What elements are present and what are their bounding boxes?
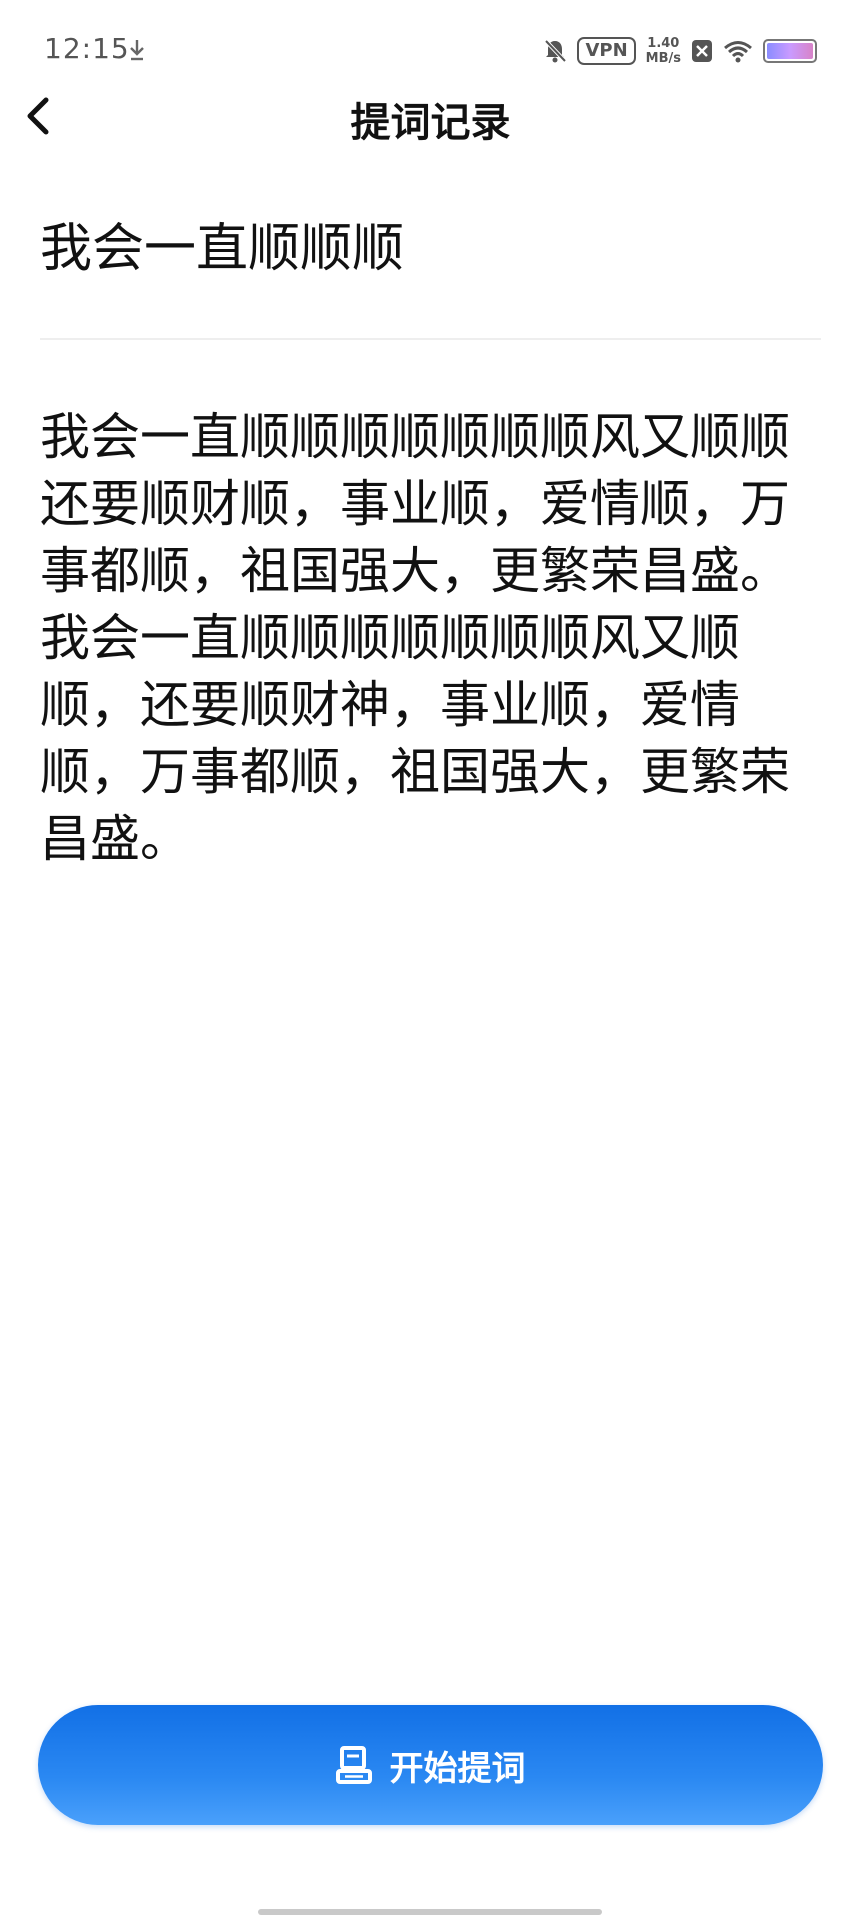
record-body: 我会一直顺顺顺顺顺顺顺风又顺顺还要顺财顺，事业顺，爱情顺，万事都顺，祖国强大，更… [40,408,790,868]
start-button-label: 开始提词 [389,1748,526,1789]
record-title: 我会一直顺顺顺 [40,219,405,279]
page-title: 提词记录 [350,100,511,146]
home-indicator[interactable] [258,1909,602,1915]
network-speed: 1.40 MB/s [646,36,681,66]
vpn-badge: VPN [577,37,636,65]
teleprompter-icon [335,1746,372,1784]
screen: 12:15 VPN 1.40 MB/s 提词记录 我会一直顺顺顺 我会一直顺顺顺… [0,0,861,1920]
wifi-icon [724,41,752,63]
sim-off-icon [692,40,712,62]
status-icons: VPN 1.40 MB/s [543,34,817,68]
nav-bar: 提词记录 [0,80,861,150]
speed-unit: MB/s [645,51,681,66]
download-icon [130,40,144,61]
start-teleprompter-button[interactable]: 开始提词 [38,1705,823,1825]
status-time: 12:15 [44,32,130,65]
speed-value: 1.40 [647,36,680,51]
battery-icon [763,39,817,63]
divider [40,338,821,340]
battery-fill [767,43,813,59]
bell-off-icon [545,39,567,63]
